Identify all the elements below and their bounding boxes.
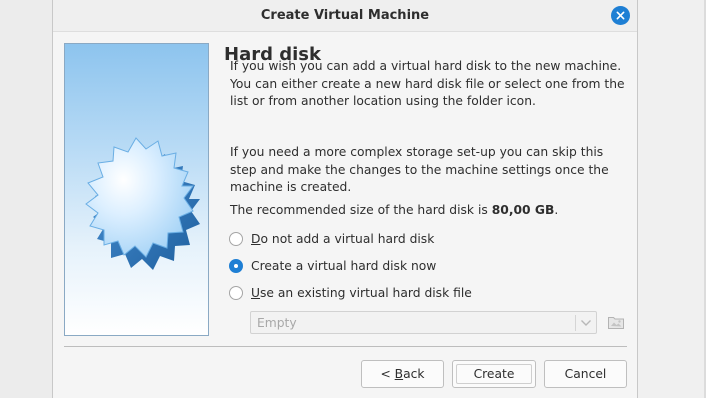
radio-button-checked[interactable] xyxy=(229,259,243,273)
radio-no-disk-label: Do not add a virtual hard disk xyxy=(251,232,435,246)
cancel-button[interactable]: Cancel xyxy=(544,360,627,388)
create-vm-dialog: Create Virtual Machine Hard disk If you … xyxy=(52,0,638,398)
existing-disk-select-value: Empty xyxy=(257,316,297,330)
radio-create-disk-label: Create a virtual hard disk now xyxy=(251,259,437,273)
button-divider xyxy=(64,346,627,347)
recommended-size-value: 80,00 GB xyxy=(491,203,555,217)
radio-existing-disk[interactable]: Use an existing virtual hard disk file xyxy=(229,283,472,303)
close-button[interactable] xyxy=(611,6,630,25)
recommended-size-suffix: . xyxy=(554,203,559,217)
radio-button[interactable] xyxy=(229,286,243,300)
default-button-focus-ring xyxy=(456,364,532,384)
recommended-size-prefix: The recommended size of the hard disk is xyxy=(230,203,492,217)
storage-paragraph: If you need a more complex storage set-u… xyxy=(230,145,609,194)
radio-create-disk[interactable]: Create a virtual hard disk now xyxy=(229,256,436,276)
close-icon xyxy=(616,11,625,20)
radio-no-disk[interactable]: Do not add a virtual hard disk xyxy=(229,229,434,249)
back-button-label: < Back xyxy=(380,367,425,381)
radio-button[interactable] xyxy=(229,232,243,246)
radio-existing-disk-label: Use an existing virtual hard disk file xyxy=(251,286,472,300)
background-window-left xyxy=(0,0,52,398)
wizard-watermark-image xyxy=(64,43,209,336)
recommended-size-text: The recommended size of the hard disk is… xyxy=(230,202,626,220)
intro-paragraph: If you wish you can add a virtual hard d… xyxy=(230,59,625,108)
background-window-right xyxy=(638,0,706,398)
back-button[interactable]: < Back xyxy=(361,360,444,388)
create-button[interactable]: Create xyxy=(452,360,536,388)
select-separator xyxy=(575,315,576,331)
chevron-down-icon xyxy=(581,320,591,326)
folder-icon xyxy=(608,317,624,329)
existing-disk-select[interactable]: Empty xyxy=(250,311,597,334)
choose-disk-file-button[interactable] xyxy=(605,312,627,332)
window-title: Create Virtual Machine xyxy=(260,8,430,23)
cancel-button-label: Cancel xyxy=(564,367,607,381)
titlebar: Create Virtual Machine xyxy=(53,0,637,32)
